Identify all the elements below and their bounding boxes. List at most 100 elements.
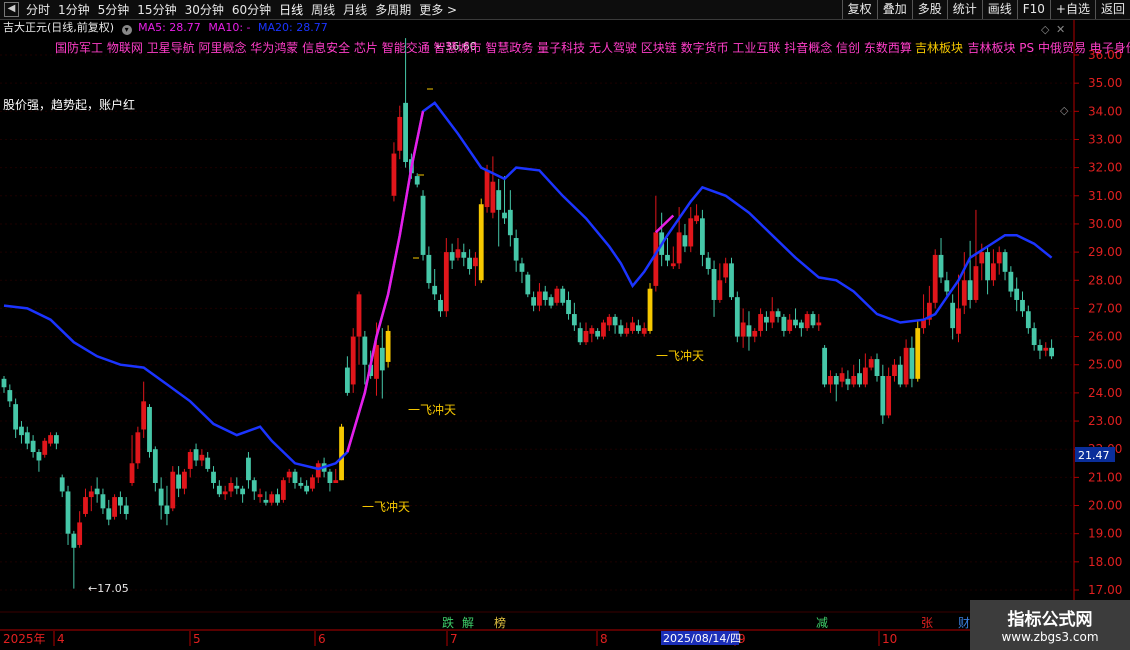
candle-body xyxy=(83,497,88,514)
candle-body xyxy=(461,252,467,258)
candle-body xyxy=(379,347,385,371)
candle-body xyxy=(455,249,461,258)
price-tick-label: 28.00 xyxy=(1088,273,1122,287)
candle-body xyxy=(961,280,967,306)
price-tick-label: 34.00 xyxy=(1088,104,1122,118)
sector-tags: 国防军工 物联网 卫星导航 阿里概念 华为鸿蒙 信息安全 芯片 智能交通 智慧城… xyxy=(55,40,1130,55)
candle-body xyxy=(880,376,886,416)
candle-body xyxy=(147,406,152,453)
cursor-date-label: 2025/08/14/四 xyxy=(663,632,741,645)
candle-body xyxy=(804,314,810,329)
candle-body xyxy=(71,533,77,548)
candle-body xyxy=(874,359,880,376)
candle-body xyxy=(502,212,507,219)
candle-body xyxy=(478,204,484,281)
price-tick-label: 26.00 xyxy=(1088,330,1122,344)
candle-body xyxy=(129,463,135,483)
diamond-icon[interactable]: ◇ xyxy=(1041,23,1050,36)
price-axis-labels: 36.0035.0034.0033.0032.0031.0030.0029.00… xyxy=(1074,48,1122,597)
candle-body xyxy=(30,440,36,453)
event-marker: 解 xyxy=(462,616,474,630)
candle-body xyxy=(897,364,903,385)
year-label: 2025年 xyxy=(3,632,46,646)
candle-body xyxy=(734,297,740,337)
candle-body xyxy=(985,252,990,281)
candle-body xyxy=(484,170,490,208)
diamond-icon-2[interactable]: ◇ xyxy=(1060,104,1069,117)
price-tick-label: 23.00 xyxy=(1088,414,1122,428)
sector-highlight: 吉林板块 xyxy=(915,41,963,55)
candle-body xyxy=(531,297,537,306)
event-marker: 跌 xyxy=(442,615,454,630)
candle-body xyxy=(915,328,921,379)
candle-body xyxy=(449,252,455,261)
candle-body xyxy=(822,347,828,385)
candle-body xyxy=(490,181,496,213)
candle-body xyxy=(222,491,228,495)
month-label: 10 xyxy=(882,632,897,646)
candle-body xyxy=(775,311,781,317)
candle-body xyxy=(862,367,868,385)
candle-body xyxy=(752,330,758,337)
candle-body xyxy=(542,291,548,300)
candle-body xyxy=(606,316,612,326)
candle-body xyxy=(1049,347,1054,357)
candle-body xyxy=(641,328,647,334)
candle-body xyxy=(42,440,48,455)
candle-body xyxy=(1014,288,1020,300)
candle-body xyxy=(339,426,344,481)
candle-body xyxy=(135,432,141,464)
candle-body xyxy=(112,497,117,517)
price-tick-label: 25.00 xyxy=(1088,358,1122,372)
candle-body xyxy=(193,449,199,461)
candle-body xyxy=(228,483,234,492)
month-label: 6 xyxy=(318,632,326,646)
kline-chart[interactable]: 36.0035.0034.0033.0032.0031.0030.0029.00… xyxy=(0,0,1130,650)
candle-body xyxy=(717,280,723,300)
candle-body xyxy=(525,274,531,295)
price-tick-label: 29.00 xyxy=(1088,245,1122,259)
candle-body xyxy=(781,316,787,331)
candle-body xyxy=(566,299,571,315)
candle-body xyxy=(310,477,315,489)
candle-body xyxy=(304,485,310,492)
candle-body xyxy=(356,294,362,337)
price-tick-label: 21.00 xyxy=(1088,470,1122,484)
candle-body xyxy=(618,325,624,334)
candle-body xyxy=(670,263,676,267)
candle-body xyxy=(647,288,653,331)
candle-body xyxy=(868,359,874,368)
candle-body xyxy=(286,471,292,478)
candle-body xyxy=(711,269,717,300)
price-tick-label: 33.00 xyxy=(1088,132,1122,146)
candle-body xyxy=(176,474,181,489)
candle-body xyxy=(537,291,542,306)
candle-body xyxy=(519,263,525,272)
candle-body xyxy=(624,328,630,334)
candle-body xyxy=(205,457,211,469)
candle-body xyxy=(740,322,746,337)
candle-body xyxy=(263,499,269,503)
candle-body xyxy=(548,297,554,306)
candle-body xyxy=(362,336,368,365)
close-icon[interactable]: ✕ xyxy=(1056,23,1065,36)
candle-body xyxy=(438,299,443,312)
candle-body xyxy=(700,218,705,255)
candle-body xyxy=(833,376,839,385)
candle-body xyxy=(1043,347,1049,351)
candle-body xyxy=(1031,328,1037,346)
low-price-label: ←17.05 xyxy=(88,582,129,595)
candle-body xyxy=(36,452,42,461)
candle-body xyxy=(199,454,205,461)
price-tick-label: 31.00 xyxy=(1088,189,1122,203)
candle-body xyxy=(851,376,857,385)
event-marker: 减 xyxy=(816,616,828,630)
candle-body xyxy=(385,330,391,362)
candle-body xyxy=(513,238,519,261)
candle-body xyxy=(956,308,961,334)
candle-body xyxy=(48,435,53,444)
candle-body xyxy=(234,485,240,489)
candle-body xyxy=(810,314,816,326)
candle-body xyxy=(892,364,897,376)
candle-body xyxy=(758,314,763,331)
